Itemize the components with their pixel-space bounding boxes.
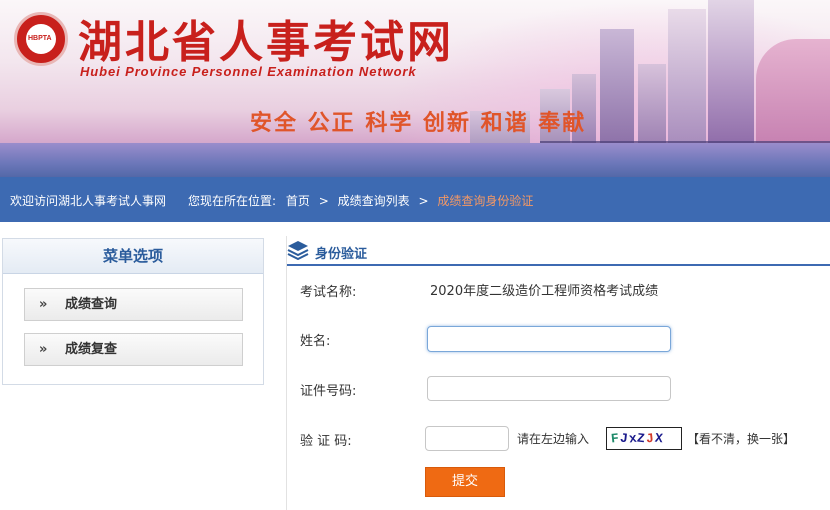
breadcrumb-separator: >	[318, 194, 329, 208]
refresh-captcha-link[interactable]: 【看不清，换一张】	[687, 430, 795, 447]
submit-button[interactable]: 提交	[425, 467, 505, 497]
exam-name-label: 考试名称:	[300, 285, 357, 300]
breadcrumb-score-list[interactable]: 成绩查询列表	[338, 194, 410, 208]
panel-title: 身份验证	[315, 247, 368, 262]
captcha-label: 验 证 码:	[300, 434, 352, 449]
double-chevron-right-icon: »	[39, 342, 48, 357]
nav-bar: 欢迎访问湖北人事考试人事网 您现在所在位置: 首页 > 成绩查询列表 > 成绩查…	[0, 177, 830, 222]
double-chevron-right-icon: »	[39, 297, 48, 312]
captcha-hint: 请在左边输入	[517, 432, 590, 446]
breadcrumb-home[interactable]: 首页	[286, 194, 310, 208]
breadcrumb: 您现在所在位置: 首页 > 成绩查询列表 > 成绩查询身份验证	[188, 192, 533, 209]
sidebar-menu: 菜单选项 » 成绩查询 » 成绩复查	[2, 238, 264, 385]
logo-text: HBPTA	[28, 35, 52, 42]
site-subtitle: Hubei Province Personnel Examination Net…	[80, 64, 417, 79]
identity-verification-panel: 身份验证 考试名称: 2020年度二级造价工程师资格考试成绩 姓名: 证件号码:…	[286, 236, 830, 510]
site-title[interactable]: 湖北省人事考试网	[78, 6, 454, 70]
panel-header: 身份验证	[287, 236, 830, 266]
sidebar-item-label: 成绩查询	[65, 297, 118, 312]
captcha-input[interactable]	[425, 426, 509, 451]
breadcrumb-current: 成绩查询身份验证	[437, 194, 534, 208]
name-label: 姓名:	[300, 334, 331, 349]
river-water	[0, 143, 830, 177]
breadcrumb-separator: >	[418, 194, 429, 208]
site-slogan: 安全 公正 科学 创新 和谐 奉献	[250, 111, 587, 136]
site-logo[interactable]: HBPTA	[14, 12, 68, 66]
sidebar-item-label: 成绩复查	[65, 342, 118, 357]
id-number-label: 证件号码:	[300, 384, 357, 399]
sidebar-item-score-review[interactable]: » 成绩复查	[24, 333, 243, 366]
location-label: 您现在所在位置:	[188, 194, 277, 208]
site-banner: HBPTA 湖北省人事考试网 Hubei Province Personnel …	[0, 0, 830, 177]
name-input[interactable]	[427, 326, 671, 352]
captcha-char: X	[654, 430, 665, 447]
exam-name-value: 2020年度二级造价工程师资格考试成绩	[430, 284, 659, 299]
sidebar-title: 菜单选项	[3, 239, 263, 274]
welcome-text: 欢迎访问湖北人事考试人事网	[10, 194, 167, 208]
sidebar-item-score-query[interactable]: » 成绩查询	[24, 288, 243, 321]
layers-icon	[287, 241, 309, 260]
captcha-image[interactable]: FJxZJX	[606, 427, 682, 450]
id-number-input[interactable]	[427, 376, 671, 401]
